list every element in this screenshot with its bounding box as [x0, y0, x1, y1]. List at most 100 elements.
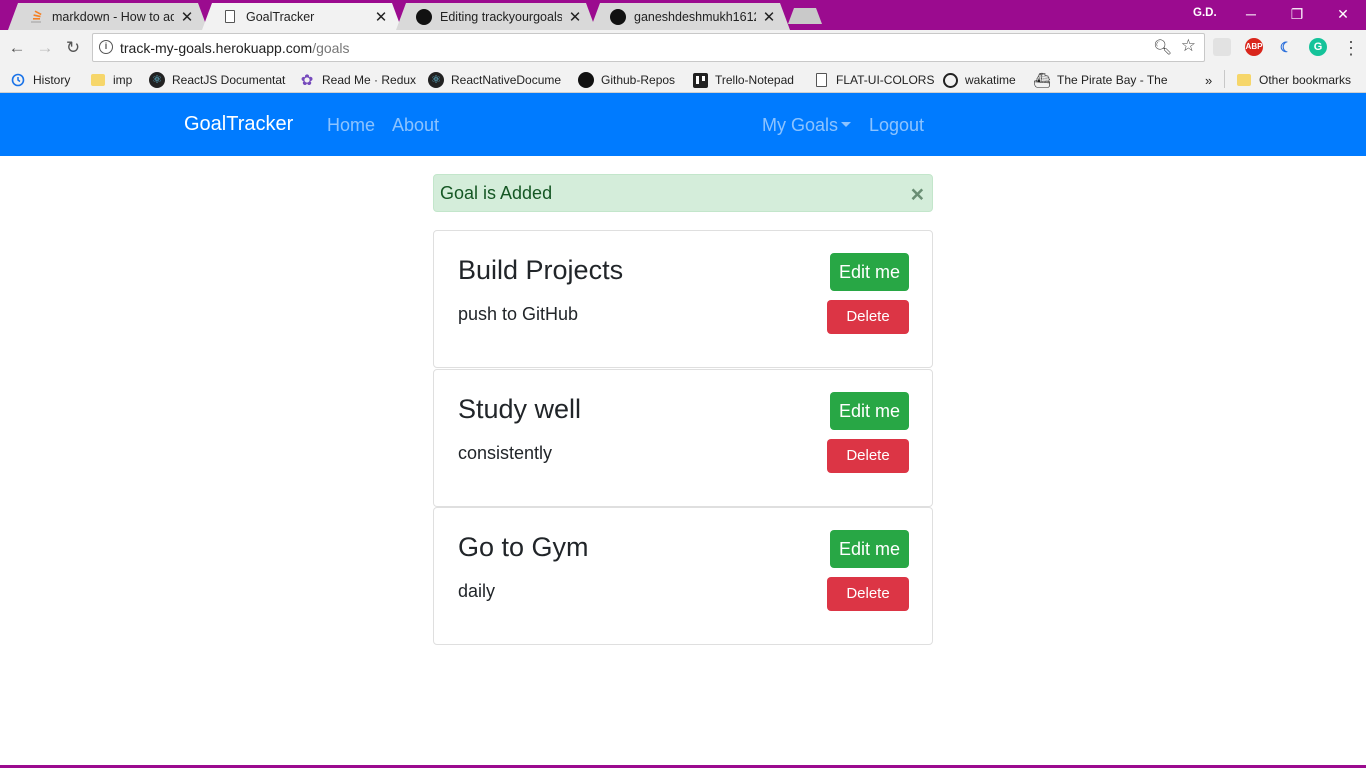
browser-menu-icon[interactable]: ⋮	[1342, 36, 1360, 60]
tab-title: Editing trackyourgoals/R	[440, 9, 562, 24]
github-icon	[578, 72, 594, 88]
nav-about-link[interactable]: About	[392, 115, 439, 136]
browser-toolbar: ← → ↻ i track-my-goals.herokuapp.com/goa…	[0, 30, 1366, 66]
info-icon[interactable]: i	[99, 40, 113, 54]
tab-title: markdown - How to add	[52, 9, 174, 24]
bookmark-label: ReactNativeDocume	[451, 73, 562, 87]
folder-icon	[1236, 72, 1252, 88]
react-icon: ⚛	[428, 72, 444, 88]
url-path: /goals	[312, 40, 350, 56]
wakatime-icon	[942, 72, 958, 88]
goal-card: Study well consistently Edit me Delete	[433, 369, 933, 507]
bookmark-github-repos[interactable]: Github-Repos	[578, 70, 675, 90]
edit-goal-button[interactable]: Edit me	[830, 392, 909, 430]
goal-title: Go to Gym	[458, 532, 589, 562]
goal-description: daily	[458, 581, 496, 601]
nav-my-goals-dropdown[interactable]: My Goals	[762, 115, 852, 136]
app-navbar: GoalTracker Home About My Goals Logout	[0, 93, 1366, 156]
stackoverflow-icon	[28, 9, 44, 25]
close-icon[interactable]: ✕	[568, 8, 582, 26]
bookmark-piratebay[interactable]: ⛴ The Pirate Bay - The	[1033, 70, 1168, 90]
folder-icon	[90, 72, 106, 88]
goal-card: Build Projects push to GitHub Edit me De…	[433, 230, 933, 368]
back-icon[interactable]: ←	[5, 36, 29, 60]
address-bar[interactable]: i track-my-goals.herokuapp.com/goals 🔍︎ …	[92, 33, 1205, 62]
minimize-icon[interactable]: ─	[1228, 2, 1274, 26]
tab-title: GoalTracker	[246, 9, 315, 24]
tab-goaltracker[interactable]: GoalTracker ✕	[202, 3, 402, 30]
browser-tab-strip: markdown - How to add ✕ GoalTracker ✕ Ed…	[0, 0, 1366, 30]
profile-name[interactable]: G.D.	[1193, 7, 1217, 19]
goal-description: push to GitHub	[458, 304, 579, 324]
forward-icon[interactable]: →	[33, 36, 57, 60]
bookmark-reactnative[interactable]: ⚛ ReactNativeDocume	[428, 70, 561, 90]
bookmark-label: The Pirate Bay - The	[1057, 73, 1168, 87]
history-icon	[10, 72, 26, 88]
close-icon[interactable]: ✕	[374, 8, 388, 26]
success-alert: Goal is Added ×	[433, 174, 933, 212]
bookmark-other[interactable]: Other bookmarks	[1236, 70, 1351, 90]
bookmark-trello[interactable]: Trello-Notepad	[692, 70, 794, 90]
github-icon	[416, 9, 432, 25]
caret-down-icon	[841, 122, 852, 127]
bookmark-label: wakatime	[965, 73, 1016, 87]
edit-goal-button[interactable]: Edit me	[830, 530, 909, 568]
close-icon[interactable]: ✕	[762, 8, 776, 26]
url-host: track-my-goals.herokuapp.com	[120, 40, 313, 56]
bookmark-label: Read Me · Redux	[322, 73, 417, 87]
bookmark-imp[interactable]: imp	[90, 70, 132, 90]
bookmark-reactjs[interactable]: ⚛ ReactJS Documentat	[149, 70, 285, 90]
bookmarks-bar: History imp ⚛ ReactJS Documentat ✿ Read …	[0, 66, 1366, 93]
trello-icon	[692, 72, 708, 88]
goal-card: Go to Gym daily Edit me Delete	[433, 507, 933, 645]
extension-icon[interactable]	[1213, 38, 1231, 56]
zoom-icon[interactable]: 🔍︎	[1153, 38, 1172, 56]
nav-home-link[interactable]: Home	[327, 115, 375, 136]
bookmark-label: FLAT-UI-COLORS	[836, 73, 935, 87]
alert-message: Goal is Added	[440, 183, 553, 203]
navbar-brand[interactable]: GoalTracker	[184, 113, 293, 136]
goal-title: Study well	[458, 394, 582, 424]
bookmark-label: imp	[113, 73, 133, 87]
bookmarks-overflow-chevron-icon[interactable]: »	[1205, 70, 1212, 90]
goal-description: consistently	[458, 443, 553, 463]
url-text[interactable]: track-my-goals.herokuapp.com/goals	[120, 40, 350, 56]
bookmark-label: ReactJS Documentat	[172, 73, 286, 87]
restore-icon[interactable]: ❐	[1274, 2, 1320, 26]
bookmark-redux[interactable]: ✿ Read Me · Redux	[299, 70, 416, 90]
redux-icon: ✿	[300, 72, 314, 89]
bookmark-label: History	[33, 73, 71, 87]
bookmark-wakatime[interactable]: wakatime	[942, 70, 1016, 90]
bookmark-label: Other bookmarks	[1259, 73, 1352, 87]
edit-goal-button[interactable]: Edit me	[830, 253, 909, 291]
close-icon[interactable]: ✕	[180, 8, 194, 26]
ship-icon: ⛴	[1033, 71, 1051, 88]
bookmark-label: Github-Repos	[601, 73, 676, 87]
page-icon	[222, 9, 238, 25]
tab-markdown[interactable]: markdown - How to add ✕	[8, 3, 208, 30]
react-icon: ⚛	[149, 72, 165, 88]
goal-title: Build Projects	[458, 255, 624, 285]
tab-ganeshdeshmukh[interactable]: ganeshdeshmukh1612/tr ✕	[590, 3, 790, 30]
bookmark-flat-ui-colors[interactable]: FLAT-UI-COLORS	[813, 70, 934, 90]
bookmarks-divider	[1224, 70, 1225, 88]
delete-goal-button[interactable]: Delete	[827, 300, 909, 334]
close-icon[interactable]: ×	[911, 181, 924, 207]
wakatime-extension-icon[interactable]: ☾	[1277, 38, 1295, 56]
nav-my-goals-label: My Goals	[762, 115, 839, 135]
window-close-icon[interactable]: ✕	[1320, 2, 1366, 26]
delete-goal-button[interactable]: Delete	[827, 439, 909, 473]
nav-logout-link[interactable]: Logout	[869, 115, 924, 136]
grammarly-icon[interactable]: G	[1309, 38, 1327, 56]
bookmark-history[interactable]: History	[10, 70, 70, 90]
tab-title: ganeshdeshmukh1612/tr	[634, 9, 754, 24]
reload-icon[interactable]: ↻	[61, 36, 85, 60]
delete-goal-button[interactable]: Delete	[827, 577, 909, 611]
bookmark-label: Trello-Notepad	[715, 73, 794, 87]
page-icon	[813, 72, 829, 88]
tab-editing-trackyourgoals[interactable]: Editing trackyourgoals/R ✕	[396, 3, 596, 30]
github-icon	[610, 9, 626, 25]
adblock-plus-icon[interactable]: ABP	[1245, 38, 1263, 56]
bookmark-star-icon[interactable]: ☆	[1181, 36, 1196, 56]
new-tab-button[interactable]	[788, 8, 822, 24]
